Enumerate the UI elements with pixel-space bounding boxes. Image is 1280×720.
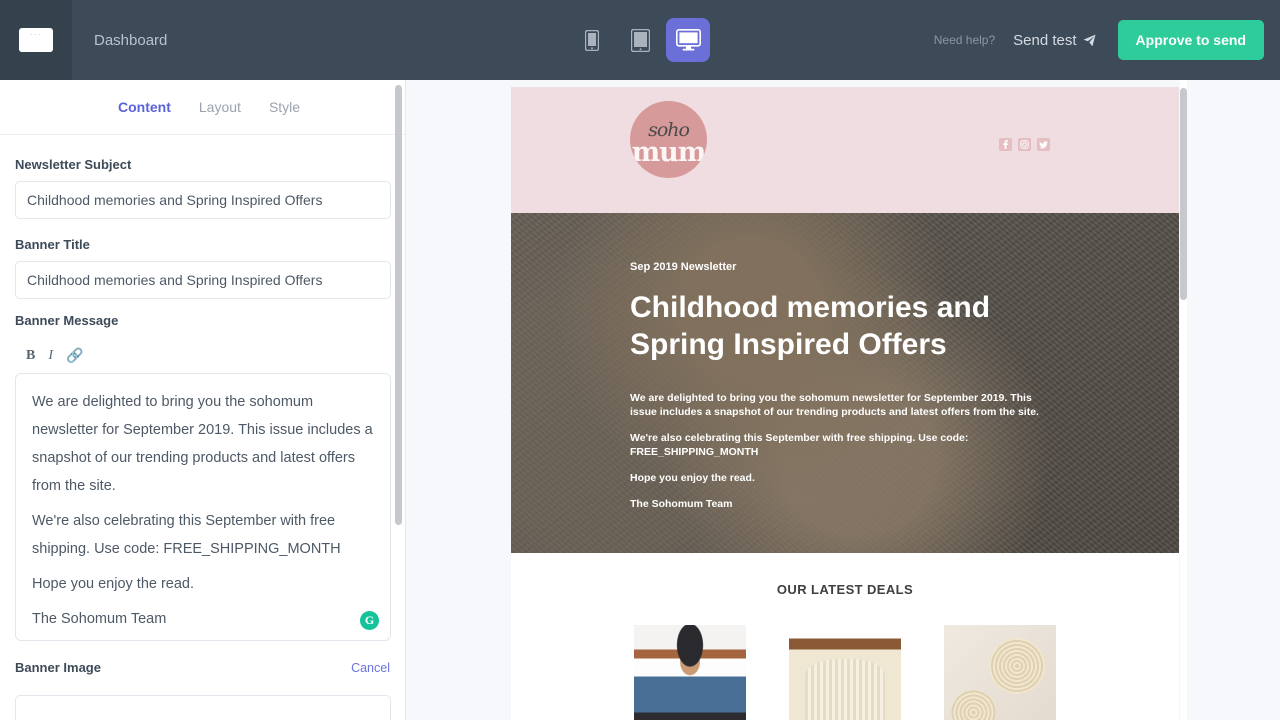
product-image-ribbed-tank-top[interactable] [789,625,901,720]
message-paragraph: We're also celebrating this September wi… [32,513,341,557]
hero-eyebrow: Sep 2019 Newsletter [630,261,737,273]
preview-scrollbar[interactable] [1180,88,1187,300]
hero-body: We are delighted to bring you the sohomu… [630,391,1060,511]
envelope-icon: ••• [19,28,53,52]
top-bar: ••• Dashboard [0,0,1280,80]
hero-paragraph: We're also celebrating this September wi… [630,432,969,458]
banner-message-editor[interactable]: We are delighted to bring you the sohomu… [15,373,391,641]
tablet-icon [630,28,650,52]
link-icon[interactable]: 🔗 [66,347,83,364]
app-logo[interactable]: ••• [0,0,72,80]
hero-paragraph: The Sohomum Team [630,498,733,510]
approve-to-send-button[interactable]: Approve to send [1117,20,1264,60]
email-header: soho mum [511,87,1179,213]
social-links [999,138,1050,151]
message-paragraph: Hope you enjoy the read. [32,576,195,592]
editor-panel: Content Layout Style Newsletter Subject … [0,80,405,720]
desktop-icon [675,29,701,51]
banner-title-input[interactable] [15,261,391,299]
device-tablet-button[interactable] [618,18,662,62]
grammarly-icon[interactable]: G [360,611,379,630]
hero-paragraph: Hope you enjoy the read. [630,472,755,484]
rich-text-toolbar: B I 🔗 [15,337,390,373]
facebook-icon[interactable] [999,138,1012,151]
product-row [511,625,1179,720]
tab-layout[interactable]: Layout [199,99,241,115]
product-image-denim-jacket-model[interactable] [634,625,746,720]
message-paragraph: We are delighted to bring you the sohomu… [32,394,373,494]
device-desktop-button[interactable] [666,18,710,62]
product-image-crochet-tassel-earrings[interactable] [944,625,1056,720]
banner-image-row: Banner Image Cancel [15,660,390,684]
email-hero: Sep 2019 Newsletter Childhood memories a… [511,213,1179,553]
latest-deals-title: OUR LATEST DEALS [776,582,914,597]
newsletter-subject-label: Newsletter Subject [15,157,132,172]
send-test-button[interactable]: Send test [1013,31,1096,49]
email-document: soho mum Sep 2019 Newsletter Childhood m… [511,87,1179,720]
editor-scrollbar[interactable] [395,85,402,525]
editor-form: Newsletter Subject Banner Title Banner M… [0,135,405,720]
topbar-actions: Need help? Send test Approve to send [934,0,1264,80]
banner-title-label: Banner Title [15,237,90,252]
message-paragraph: The Sohomum Team [32,611,167,627]
hero-content: Sep 2019 Newsletter Childhood memories a… [630,261,1060,523]
latest-deals-section: OUR LATEST DEALS [511,553,1179,720]
device-mobile-button[interactable] [570,18,614,62]
tab-style[interactable]: Style [269,99,300,115]
brand-logo: soho mum [630,101,707,178]
paper-plane-icon [1083,34,1096,46]
newsletter-subject-input[interactable] [15,181,391,219]
need-help-link[interactable]: Need help? [934,33,995,47]
phone-icon [585,29,599,51]
hero-title: Childhood memories and Spring Inspired O… [630,291,991,361]
hero-paragraph: We are delighted to bring you the sohomu… [630,392,1039,418]
device-preview-toggle [570,18,710,62]
bold-button[interactable]: B [26,348,35,364]
banner-image-cancel-link[interactable]: Cancel [351,661,390,675]
banner-message-label: Banner Message [15,313,119,328]
brand-logo-bottom: mum [631,137,707,168]
tab-content[interactable]: Content [118,99,171,115]
editor-tabs: Content Layout Style [0,80,405,135]
banner-image-label: Banner Image [15,660,101,675]
banner-image-field[interactable] [15,695,391,720]
twitter-icon[interactable] [1037,138,1050,151]
email-preview-pane: soho mum Sep 2019 Newsletter Childhood m… [406,80,1280,720]
instagram-icon[interactable] [1018,138,1031,151]
dashboard-link[interactable]: Dashboard [94,32,167,49]
send-test-label: Send test [1013,31,1077,49]
italic-button[interactable]: I [48,348,53,364]
